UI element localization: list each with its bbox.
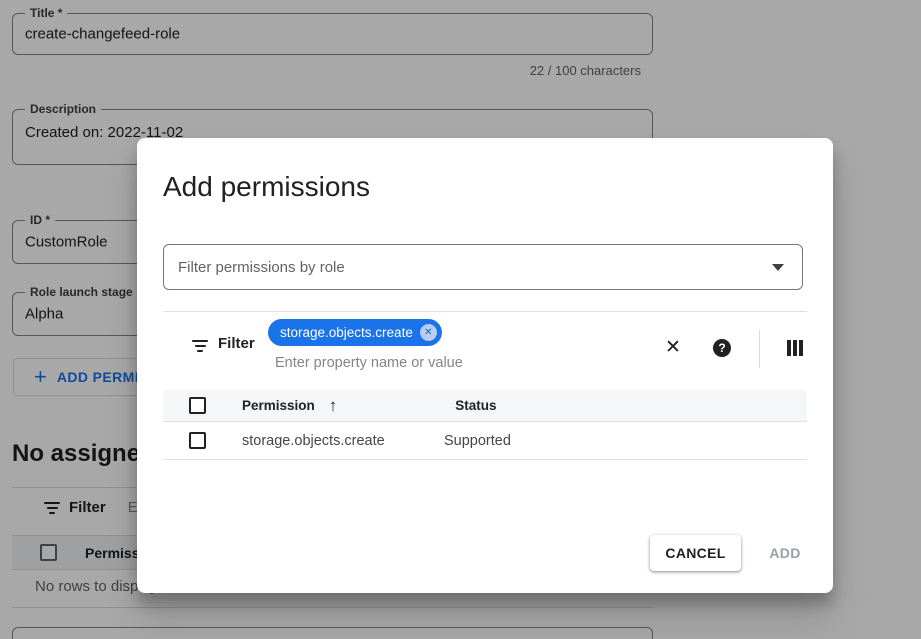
permission-cell: storage.objects.create <box>242 433 444 449</box>
cancel-button[interactable]: CANCEL <box>650 535 741 571</box>
filter-icon <box>191 340 209 352</box>
status-column-header[interactable]: Status <box>455 398 496 413</box>
dialog-filter-label: Filter <box>218 335 255 352</box>
role-filter-dropdown[interactable]: Filter permissions by role <box>163 244 803 290</box>
chip-remove-icon[interactable]: ✕ <box>420 324 437 341</box>
add-button[interactable]: ADD <box>757 535 813 571</box>
toolbar-vertical-divider <box>759 330 760 368</box>
column-display-icon[interactable] <box>787 340 803 356</box>
dropdown-arrow-icon <box>772 264 784 271</box>
help-icon[interactable]: ? <box>713 339 731 357</box>
dialog-filter-input[interactable]: Enter property name or value <box>275 355 463 371</box>
status-cell: Supported <box>444 433 511 449</box>
sort-ascending-icon[interactable]: ↑ <box>329 396 338 416</box>
dialog-title: Add permissions <box>163 171 370 203</box>
permission-filter-chip[interactable]: storage.objects.create ✕ <box>268 319 442 346</box>
dialog-filter-toolbar: Filter storage.objects.create ✕ Enter pr… <box>163 312 807 390</box>
row-checkbox[interactable] <box>189 432 206 449</box>
dialog-table-header: Permission ↑ Status <box>163 390 807 422</box>
permission-column-header[interactable]: Permission <box>242 398 315 413</box>
create-role-screen: Title * create-changefeed-role 22 / 100 … <box>0 0 921 639</box>
select-all-checkbox[interactable] <box>189 397 206 414</box>
chip-label: storage.objects.create <box>280 325 413 340</box>
add-permissions-dialog: Add permissions Filter permissions by ro… <box>137 138 833 593</box>
clear-filter-icon[interactable]: ✕ <box>661 336 685 360</box>
role-filter-placeholder: Filter permissions by role <box>178 259 772 276</box>
table-row[interactable]: storage.objects.create Supported <box>163 422 807 460</box>
